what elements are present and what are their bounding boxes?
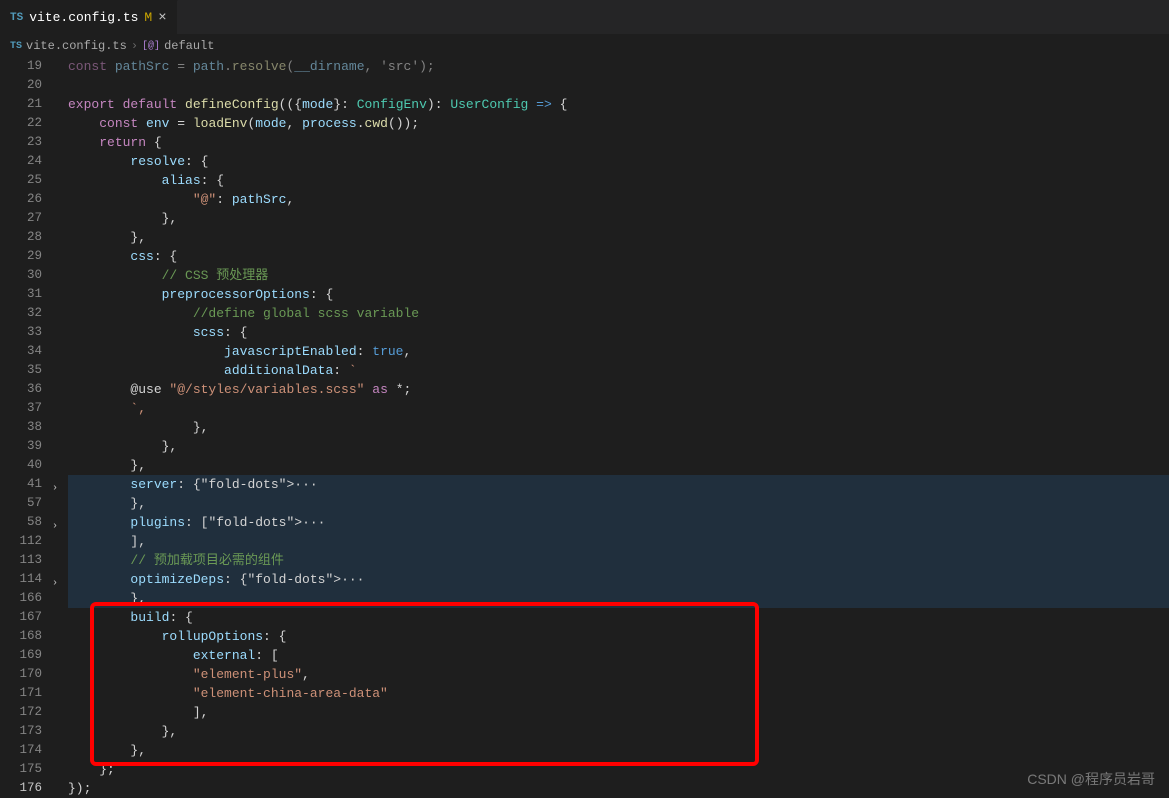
line-number: 25 [0,171,42,190]
code-line[interactable]: ], [68,532,1169,551]
line-number: 170 [0,665,42,684]
code-line[interactable]: }, [68,228,1169,247]
line-number: 27 [0,209,42,228]
fold-chevron-icon[interactable]: › [52,479,58,498]
line-number: 36 [0,380,42,399]
tab-bar: TS vite.config.ts M × [0,0,1169,35]
line-number: 37 [0,399,42,418]
line-number-gutter: › › › 192021222324252627282930313233343536… [0,57,60,797]
code-line[interactable]: }, [68,741,1169,760]
code-line[interactable]: external: [ [68,646,1169,665]
code-line[interactable]: plugins: ["fold-dots">··· [68,513,1169,532]
line-number: 113 [0,551,42,570]
code-editor[interactable]: › › › 192021222324252627282930313233343536… [0,57,1169,797]
line-number: 169 [0,646,42,665]
line-number: 23 [0,133,42,152]
line-number: 57 [0,494,42,513]
line-number: 171 [0,684,42,703]
fold-chevron-icon[interactable]: › [52,574,58,593]
line-number: 167 [0,608,42,627]
line-number: 20 [0,76,42,95]
line-number: 41 [0,475,42,494]
line-number: 40 [0,456,42,475]
code-line[interactable]: preprocessorOptions: { [68,285,1169,304]
line-number: 33 [0,323,42,342]
line-number: 32 [0,304,42,323]
code-line[interactable]: scss: { [68,323,1169,342]
line-number: 112 [0,532,42,551]
line-number: 175 [0,760,42,779]
typescript-icon: TS [10,12,23,24]
line-number: 30 [0,266,42,285]
code-line[interactable]: "element-china-area-data" [68,684,1169,703]
code-line[interactable]: @use "@/styles/variables.scss" as *; [68,380,1169,399]
line-number: 174 [0,741,42,760]
code-line[interactable]: }, [68,494,1169,513]
breadcrumb[interactable]: TS vite.config.ts › [@] default [0,35,1169,57]
code-line[interactable]: }); [68,779,1169,798]
code-line[interactable]: css: { [68,247,1169,266]
code-line[interactable]: return { [68,133,1169,152]
code-line[interactable]: // CSS 预处理器 [68,266,1169,285]
line-number: 172 [0,703,42,722]
code-line[interactable]: }, [68,456,1169,475]
line-number: 176 [0,779,42,798]
code-line[interactable]: optimizeDeps: {"fold-dots">··· [68,570,1169,589]
code-line[interactable]: javascriptEnabled: true, [68,342,1169,361]
symbol-icon: [@] [142,41,160,52]
line-number: 168 [0,627,42,646]
line-number: 39 [0,437,42,456]
code-line[interactable]: alias: { [68,171,1169,190]
line-number: 114 [0,570,42,589]
line-number: 26 [0,190,42,209]
code-line[interactable]: // 预加载项目必需的组件 [68,551,1169,570]
tab-close-button[interactable]: × [158,10,166,26]
line-number: 58 [0,513,42,532]
fold-column: › › › [46,57,60,797]
code-line[interactable]: const pathSrc = path.resolve(__dirname, … [68,57,1169,76]
line-number: 28 [0,228,42,247]
code-line[interactable]: rollupOptions: { [68,627,1169,646]
tab-filename: vite.config.ts [29,10,138,25]
code-line[interactable]: }, [68,209,1169,228]
line-number: 166 [0,589,42,608]
code-line[interactable]: export default defineConfig(({mode}: Con… [68,95,1169,114]
code-line[interactable]: }, [68,589,1169,608]
code-line[interactable] [68,76,1169,95]
code-line[interactable]: //define global scss variable [68,304,1169,323]
breadcrumb-separator: › [131,39,138,53]
code-line[interactable]: const env = loadEnv(mode, process.cwd())… [68,114,1169,133]
code-line[interactable]: server: {"fold-dots">··· [68,475,1169,494]
code-line[interactable]: }, [68,437,1169,456]
line-number: 34 [0,342,42,361]
editor-tab[interactable]: TS vite.config.ts M × [0,0,178,34]
breadcrumb-symbol: default [164,39,214,53]
code-line[interactable]: `, [68,399,1169,418]
line-number: 22 [0,114,42,133]
code-line[interactable]: ], [68,703,1169,722]
typescript-icon: TS [10,41,22,52]
code-content[interactable]: const pathSrc = path.resolve(__dirname, … [60,57,1169,797]
tab-modified-indicator: M [144,10,152,25]
code-line[interactable]: additionalData: ` [68,361,1169,380]
code-line[interactable]: build: { [68,608,1169,627]
line-number: 29 [0,247,42,266]
line-number: 38 [0,418,42,437]
line-number: 24 [0,152,42,171]
line-number: 31 [0,285,42,304]
line-number: 19 [0,57,42,76]
code-line[interactable]: resolve: { [68,152,1169,171]
fold-chevron-icon[interactable]: › [52,517,58,536]
code-line[interactable]: "element-plus", [68,665,1169,684]
code-line[interactable]: }, [68,722,1169,741]
code-line[interactable]: "@": pathSrc, [68,190,1169,209]
breadcrumb-file: vite.config.ts [26,39,127,53]
line-number: 21 [0,95,42,114]
line-number: 173 [0,722,42,741]
line-number: 35 [0,361,42,380]
code-line[interactable]: }; [68,760,1169,779]
code-line[interactable]: }, [68,418,1169,437]
